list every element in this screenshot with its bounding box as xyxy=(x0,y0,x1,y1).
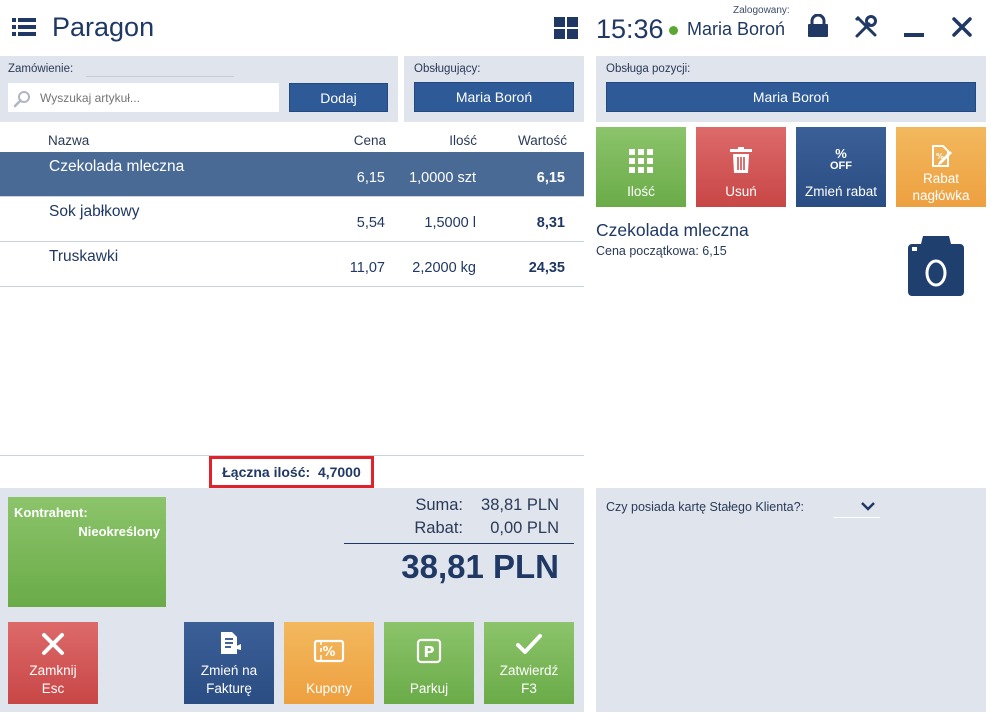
checkmark-icon xyxy=(516,634,542,654)
change-discount-label: Zmień rabat xyxy=(804,184,878,199)
invoice-icon xyxy=(221,632,241,654)
close-icon[interactable] xyxy=(952,17,972,37)
contractor-label: Kontrahent: xyxy=(14,505,88,520)
column-header-qty[interactable]: Ilość xyxy=(449,133,477,148)
position-label: Obsługa pozycji: xyxy=(606,63,691,75)
row-value: 24,35 xyxy=(528,260,565,276)
loyalty-select[interactable] xyxy=(834,498,880,518)
row-value: 6,15 xyxy=(536,170,565,186)
serving-label: Obsługujący: xyxy=(414,63,481,75)
summary-divider xyxy=(344,543,574,544)
tools-icon[interactable] xyxy=(854,15,878,39)
position-user-button[interactable]: Maria Boroń xyxy=(606,82,976,112)
logged-user-name: Maria Boroń xyxy=(687,19,786,39)
minimize-icon[interactable] xyxy=(904,33,924,37)
off-text: OFF xyxy=(830,160,852,172)
serving-user-button[interactable]: Maria Boroń xyxy=(414,82,574,112)
park-button[interactable]: P Parkuj xyxy=(384,622,474,704)
row-qty: 2,2000 kg xyxy=(412,260,476,276)
logged-in-label: Zalogowany: xyxy=(733,5,790,16)
sum-value: 38,81 PLN xyxy=(481,496,559,514)
chevron-down-icon xyxy=(861,502,875,511)
header-discount-button[interactable]: % Rabat nagłówka xyxy=(896,127,986,207)
loyalty-panel xyxy=(596,488,986,712)
change-to-invoice-button[interactable]: Zmień na Fakturę xyxy=(184,622,274,704)
search-icon xyxy=(13,91,30,108)
parking-icon: P xyxy=(416,638,442,664)
row-qty: 1,0000 szt xyxy=(409,170,476,186)
close-receipt-label: Zamknij xyxy=(29,663,77,678)
coupons-label: Kupony xyxy=(306,681,352,696)
camera-icon[interactable] xyxy=(905,236,967,298)
discount-label: Rabat: xyxy=(414,519,463,537)
table-row[interactable]: Sok jabłkowy 5,54 1,5000 l 8,31 xyxy=(0,197,584,242)
sum-label: Suma: xyxy=(415,496,463,514)
percent-off-icon: % xyxy=(835,146,847,161)
order-label: Zamówienie: xyxy=(8,63,74,75)
delete-label: Usuń xyxy=(725,184,757,199)
column-header-name[interactable]: Nazwa xyxy=(48,133,89,148)
header-discount-label-2: nagłówka xyxy=(912,188,970,203)
row-value: 8,31 xyxy=(536,215,565,231)
lock-icon[interactable] xyxy=(807,14,829,38)
svg-text:%: % xyxy=(936,152,944,161)
total-quantity: Łączna ilość: 4,7000 xyxy=(209,456,374,488)
trash-icon xyxy=(730,147,752,173)
clock: 15:36 xyxy=(596,14,664,44)
column-header-value[interactable]: Wartość xyxy=(518,133,567,148)
page-title: Paragon xyxy=(52,12,155,42)
header-discount-label-1: Rabat xyxy=(922,171,960,186)
column-header-price[interactable]: Cena xyxy=(354,133,386,148)
svg-text:%: % xyxy=(322,645,335,660)
total-quantity-value: 4,7000 xyxy=(317,464,361,480)
row-name: Czekolada mleczna xyxy=(49,158,185,175)
change-discount-button[interactable]: % OFF Zmień rabat xyxy=(796,127,886,207)
row-price: 5,54 xyxy=(356,215,385,231)
x-icon xyxy=(42,633,64,655)
svg-text:P: P xyxy=(424,643,435,661)
add-button[interactable]: Dodaj xyxy=(289,83,388,112)
row-price: 6,15 xyxy=(356,170,385,186)
table-row[interactable]: Czekolada mleczna 6,15 1,0000 szt 6,15 xyxy=(0,152,584,197)
close-receipt-button[interactable]: Zamknij Esc xyxy=(8,622,98,704)
coupons-button[interactable]: % Kupony xyxy=(284,622,374,704)
row-name: Truskawki xyxy=(49,248,119,265)
grid-layout-icon[interactable] xyxy=(554,17,578,39)
quantity-label: Ilość xyxy=(627,184,655,199)
confirm-button[interactable]: Zatwierdź F3 xyxy=(484,622,574,704)
table-row[interactable]: Truskawki 11,07 2,2000 kg 24,35 xyxy=(0,242,584,287)
contractor-value: Nieokreślony xyxy=(78,524,160,539)
quantity-button[interactable]: Ilość xyxy=(596,127,686,207)
delete-button[interactable]: Usuń xyxy=(696,127,786,207)
row-qty: 1,5000 l xyxy=(424,215,476,231)
item-initial-price: Cena początkowa: 6,15 xyxy=(596,244,727,258)
coupon-icon: % xyxy=(313,639,345,663)
confirm-label: Zatwierdź xyxy=(499,663,559,678)
grand-total: 38,81 PLN xyxy=(401,548,559,585)
row-price: 11,07 xyxy=(349,260,385,276)
loyalty-question: Czy posiada kartę Stałego Klienta?: xyxy=(606,500,805,514)
menu-icon[interactable] xyxy=(12,17,36,37)
item-detail-name: Czekolada mleczna xyxy=(596,220,749,240)
order-divider xyxy=(86,76,234,77)
online-status-dot xyxy=(669,26,678,35)
keypad-icon xyxy=(629,149,653,173)
contractor-tile[interactable]: Kontrahent: Nieokreślony xyxy=(8,497,166,607)
row-name: Sok jabłkowy xyxy=(49,203,140,220)
total-quantity-label: Łączna ilość: xyxy=(222,464,311,480)
close-receipt-shortcut: Esc xyxy=(41,681,65,696)
park-label: Parkuj xyxy=(409,681,449,696)
search-input[interactable] xyxy=(8,83,279,112)
change-to-invoice-label-2: Fakturę xyxy=(206,681,252,696)
discount-value: 0,00 PLN xyxy=(490,519,559,537)
change-to-invoice-label-1: Zmień na xyxy=(200,663,258,678)
confirm-shortcut: F3 xyxy=(521,681,537,696)
edit-document-icon: % xyxy=(932,145,952,167)
